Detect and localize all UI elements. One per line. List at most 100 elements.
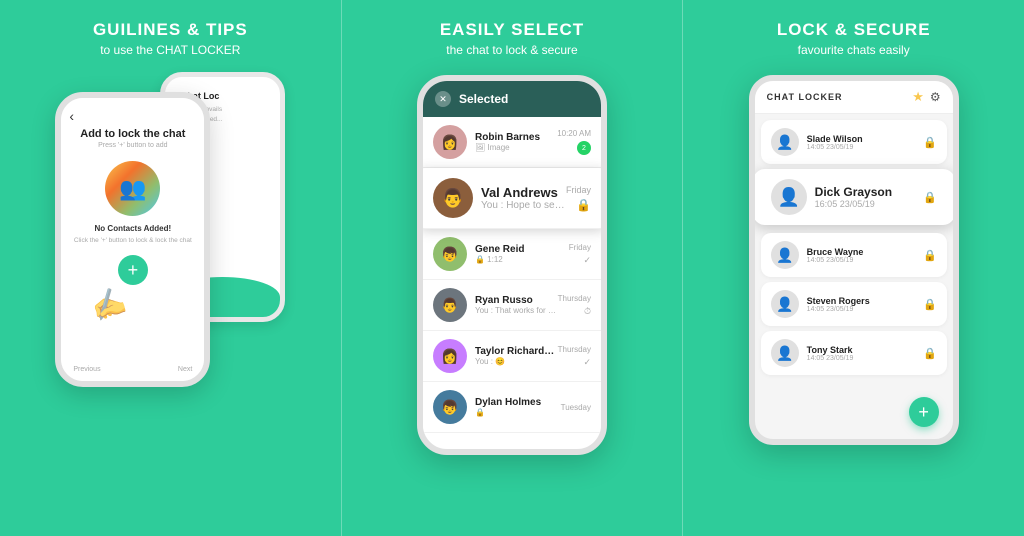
s3-item-slade[interactable]: 👤 Slade Wilson 14:05 23/05/19 🔒	[761, 120, 947, 164]
chat-meta-gene: Friday ✓	[569, 243, 591, 266]
close-icon: ✕	[439, 94, 447, 105]
s2-app-header: ✕ Selected	[423, 81, 601, 117]
chat-name-val: Val Andrews	[481, 185, 566, 200]
name-steven: Steven Rogers	[807, 296, 923, 306]
chat-name-robin: Robin Barnes	[475, 132, 557, 143]
avatar-val: 👨	[433, 178, 473, 218]
s3-item-steven[interactable]: 👤 Steven Rogers 14:05 23/05/19 🔒	[761, 282, 947, 326]
chat-meta-robin: 10:20 AM 2	[557, 129, 591, 155]
hint-text: Click the '+' button to lock & lock the …	[74, 236, 192, 245]
chat-list: 👩 Robin Barnes 🖼 Image 10:20 AM 2 👨 Val …	[423, 117, 601, 433]
info-tony: Tony Stark 14:05 23/05/19	[807, 345, 923, 362]
chat-preview-taylor: You : 😊	[475, 357, 558, 366]
s3-item-tony[interactable]: 👤 Tony Stark 14:05 23/05/19 🔒	[761, 331, 947, 375]
avatar-slade: 👤	[771, 128, 799, 156]
avatar-ryan: 👨	[433, 288, 467, 322]
section1-phones: e Chat Loc n might be avails a or in ins…	[55, 72, 285, 402]
star-icon[interactable]: ★	[912, 89, 924, 105]
section3-subtitle: favourite chats easily	[777, 43, 931, 57]
chat-preview-val: You : Hope to see you next Satur...	[481, 200, 566, 211]
lock-slade: 🔒	[923, 136, 937, 149]
chat-name-ryan: Ryan Russo	[475, 295, 558, 306]
phone-main-screen: ‹ Add to lock the chat Press '+' button …	[61, 98, 204, 381]
prev-label[interactable]: Previous	[73, 366, 100, 373]
section3-header: LOCK & SECURE favourite chats easily	[767, 0, 941, 67]
app-title: CHAT LOCKER	[767, 92, 843, 102]
chat-item-taylor[interactable]: 👩 Taylor Richardson You : 😊 Thursday ✓	[423, 331, 601, 382]
info-slade: Slade Wilson 14:05 23/05/19	[807, 134, 923, 151]
lock-icon-val: 🔒	[576, 198, 591, 212]
section1-subtitle: to use the CHAT LOCKER	[93, 43, 248, 57]
section1-header: GUILINES & TIPS to use the CHAT LOCKER	[83, 0, 258, 67]
chat-meta-taylor: Thursday ✓	[558, 345, 591, 368]
section2-title: EASILY SELECT	[440, 20, 584, 40]
chat-meta-val: Friday 🔒	[566, 185, 591, 212]
chat-item-robin[interactable]: 👩 Robin Barnes 🖼 Image 10:20 AM 2	[423, 117, 601, 168]
time-slade: 14:05 23/05/19	[807, 144, 923, 151]
lock-dick: 🔒	[923, 191, 937, 204]
avatar-robin: 👩	[433, 125, 467, 159]
avatar-gene: 👦	[433, 237, 467, 271]
chat-time-robin: 10:20 AM	[557, 129, 591, 138]
chat-info-dylan: Dylan Holmes 🔒	[475, 397, 561, 417]
info-steven: Steven Rogers 14:05 23/05/19	[807, 296, 923, 313]
chat-info-gene: Gene Reid 🔒 1:12	[475, 244, 569, 264]
lock-steven: 🔒	[923, 298, 937, 311]
s3-action-icons: ★ ⚙	[912, 89, 940, 105]
next-label[interactable]: Next	[178, 366, 192, 373]
chat-time-dylan: Tuesday	[561, 403, 591, 412]
info-dick: Dick Grayson 16:05 23/05/19	[815, 185, 923, 209]
chat-preview-ryan: You : That works for me.	[475, 306, 558, 315]
section-lock-secure: LOCK & SECURE favourite chats easily CHA…	[683, 0, 1024, 536]
phone-main-subtitle-hint: Press '+' button to add	[98, 142, 167, 149]
s3-add-fab[interactable]: +	[909, 397, 939, 427]
back-arrow[interactable]: ‹	[69, 108, 74, 124]
chat-info-ryan: Ryan Russo You : That works for me.	[475, 295, 558, 315]
chat-time-gene: Friday	[569, 243, 591, 252]
phone-locker: CHAT LOCKER ★ ⚙ 👤 Slade Wilson 14:05 23/…	[749, 75, 959, 445]
add-fab[interactable]: +	[118, 255, 148, 285]
phone-select: ✕ Selected 👩 Robin Barnes 🖼 Image 10:20 …	[417, 75, 607, 455]
chat-item-ryan[interactable]: 👨 Ryan Russo You : That works for me. Th…	[423, 280, 601, 331]
section2-header: EASILY SELECT the chat to lock & secure	[430, 0, 594, 67]
section-select: EASILY SELECT the chat to lock & secure …	[341, 0, 684, 536]
avatar-steven: 👤	[771, 290, 799, 318]
avatar-dick: 👤	[771, 179, 807, 215]
chat-name-gene: Gene Reid	[475, 244, 569, 255]
name-slade: Slade Wilson	[807, 134, 923, 144]
chat-name-taylor: Taylor Richardson	[475, 346, 558, 357]
chat-item-val[interactable]: 👨 Val Andrews You : Hope to see you next…	[419, 168, 605, 229]
chat-time-val: Friday	[566, 185, 591, 195]
chat-item-dylan[interactable]: 👦 Dylan Holmes 🔒 Tuesday	[423, 382, 601, 433]
section1-title: GUILINES & TIPS	[93, 20, 248, 40]
name-tony: Tony Stark	[807, 345, 923, 355]
time-tony: 14:05 23/05/19	[807, 355, 923, 362]
phone-footer: Previous Next	[61, 366, 204, 373]
info-bruce: Bruce Wayne 14:05 23/05/19	[807, 247, 923, 264]
close-button[interactable]: ✕	[435, 91, 451, 107]
s3-item-bruce[interactable]: 👤 Bruce Wayne 14:05 23/05/19 🔒	[761, 233, 947, 277]
gear-icon[interactable]: ⚙	[930, 90, 941, 104]
tick-gene: ✓	[583, 255, 591, 266]
avatar-taylor: 👩	[433, 339, 467, 373]
section2-subtitle: the chat to lock & secure	[440, 43, 584, 57]
chat-name-dylan: Dylan Holmes	[475, 397, 561, 408]
lock-bruce: 🔒	[923, 249, 937, 262]
avatar-tony: 👤	[771, 339, 799, 367]
name-bruce: Bruce Wayne	[807, 247, 923, 257]
avatar-bruce: 👤	[771, 241, 799, 269]
s3-contact-list: 👤 Slade Wilson 14:05 23/05/19 🔒 👤 Dick G…	[755, 114, 953, 386]
avatar-group: 👥	[105, 161, 160, 216]
no-contacts-label: No Contacts Added!	[95, 224, 172, 233]
chat-badge-robin: 2	[577, 141, 591, 155]
time-steven: 14:05 23/05/19	[807, 306, 923, 313]
clock-ryan: ⏱	[584, 306, 591, 317]
phone-main: ‹ Add to lock the chat Press '+' button …	[55, 92, 210, 387]
chat-item-gene[interactable]: 👦 Gene Reid 🔒 1:12 Friday ✓	[423, 229, 601, 280]
s3-item-dick[interactable]: 👤 Dick Grayson 16:05 23/05/19 🔒	[753, 169, 955, 225]
chat-time-ryan: Thursday	[558, 294, 591, 303]
name-dick: Dick Grayson	[815, 185, 923, 199]
chat-preview-gene: 🔒 1:12	[475, 255, 569, 264]
avatar-dylan: 👦	[433, 390, 467, 424]
chat-preview-robin: 🖼 Image	[475, 143, 557, 152]
